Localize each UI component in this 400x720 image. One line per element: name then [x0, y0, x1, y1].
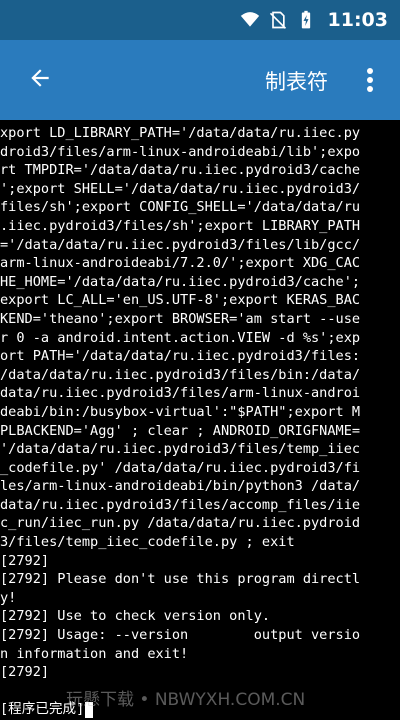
terminal-line: ort PATH='/data/data/ru.iiec.pydroid3/fi…	[0, 348, 361, 365]
status-bar: 11:03	[0, 0, 400, 40]
terminal-line: arm-linux-androideabi/7.2.0/';export XDG…	[0, 255, 361, 272]
watermark: 玩懸下载 • NBWYXH.COM.CN	[66, 690, 306, 710]
more-vert-icon	[366, 67, 374, 97]
terminal-line: PLBACKEND='Agg' ; clear ; ANDROID_ORIGFN…	[0, 422, 361, 439]
terminal-line: data/ru.iiec.pydroid3/files/accomp_files…	[0, 496, 361, 513]
terminal-line: r 0 -a android.intent.action.VIEW -d %s'…	[0, 329, 361, 346]
terminal-line: [2792] Please don't use this program dir…	[0, 571, 361, 588]
terminal-line: /data/data/ru.iiec.pydroid3/files/bin:/d…	[0, 366, 361, 383]
wifi-icon	[240, 10, 260, 30]
terminal-line: les/arm-linux-androideabi/bin/python3 /d…	[0, 478, 361, 495]
page-title: 制表符	[265, 70, 328, 94]
terminal-line: KEND='theano';export BROWSER='am start -…	[0, 310, 361, 327]
terminal-line: [2792]	[0, 552, 50, 569]
terminal-line: _codefile.py' /data/data/ru.iiec.pydroid…	[0, 459, 361, 476]
terminal-line: 3/files/temp_iiec_codefile.py ; exit	[0, 534, 295, 551]
arrow-back-icon	[27, 65, 53, 95]
terminal-line: '/data/data/ru.iiec.pydroid3/files/temp_…	[0, 441, 361, 458]
no-sim-icon	[268, 10, 288, 30]
terminal-line: .iiec.pydroid3/files/sh';export LIBRARY_…	[0, 217, 361, 234]
terminal-line: ';export SHELL='/data/data/ru.iiec.pydro…	[0, 180, 361, 197]
terminal-line: c_run/iiec_run.py /data/data/ru.iiec.pyd…	[0, 515, 361, 532]
terminal-line: HE_HOME='/data/data/ru.iiec.pydroid3/cac…	[0, 273, 361, 290]
terminal-line: rt TMPDIR='/data/data/ru.iiec.pydroid3/c…	[0, 162, 361, 179]
terminal-line: [2792]	[0, 664, 50, 681]
terminal-line: ='/data/data/ru.iiec.pydroid3/files/lib/…	[0, 236, 361, 253]
back-button[interactable]	[20, 60, 60, 100]
terminal-line: y!	[0, 589, 17, 606]
terminal-output[interactable]: xport LD_LIBRARY_PATH='/data/data/ru.iie…	[0, 120, 400, 720]
terminal-line: data/ru.iiec.pydroid3/files/arm-linux-an…	[0, 385, 361, 402]
terminal-line: xport LD_LIBRARY_PATH='/data/data/ru.iie…	[0, 125, 361, 141]
overflow-menu-button[interactable]	[356, 62, 384, 102]
terminal-line: deabi/bin:/busybox-virtual':"$PATH";expo…	[0, 403, 361, 420]
app-bar: 制表符	[0, 40, 400, 120]
clock: 11:03	[327, 9, 388, 31]
battery-charging-icon	[296, 10, 316, 30]
terminal-line: n information and exit!	[0, 645, 189, 662]
terminal-line: [2792] Use to check version only.	[0, 608, 271, 625]
terminal-line: droid3/files/arm-linux-androideabi/lib';…	[0, 143, 361, 160]
terminal-line: files/sh';export CONFIG_SHELL='/data/dat…	[0, 199, 361, 216]
terminal-line: export LC_ALL='en_US.UTF-8';export KERAS…	[0, 292, 361, 309]
terminal-line: [2792] Usage: --version output versio	[0, 627, 361, 644]
